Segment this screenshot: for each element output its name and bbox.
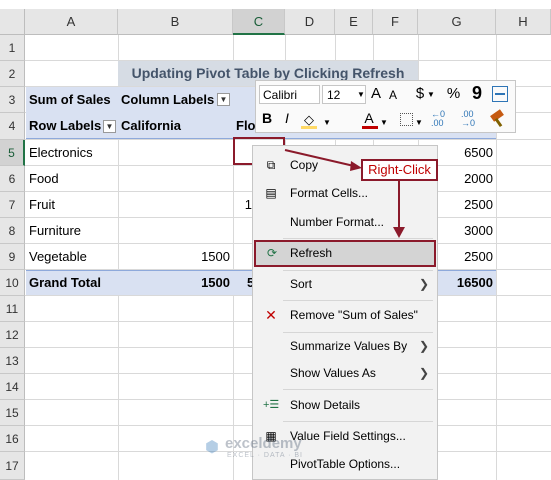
annotation-arrows xyxy=(284,149,405,238)
right-click-callout: Right-Click xyxy=(361,159,438,181)
arrow-line-to-callout xyxy=(284,149,355,167)
arrow-head-to-refresh xyxy=(393,227,405,238)
